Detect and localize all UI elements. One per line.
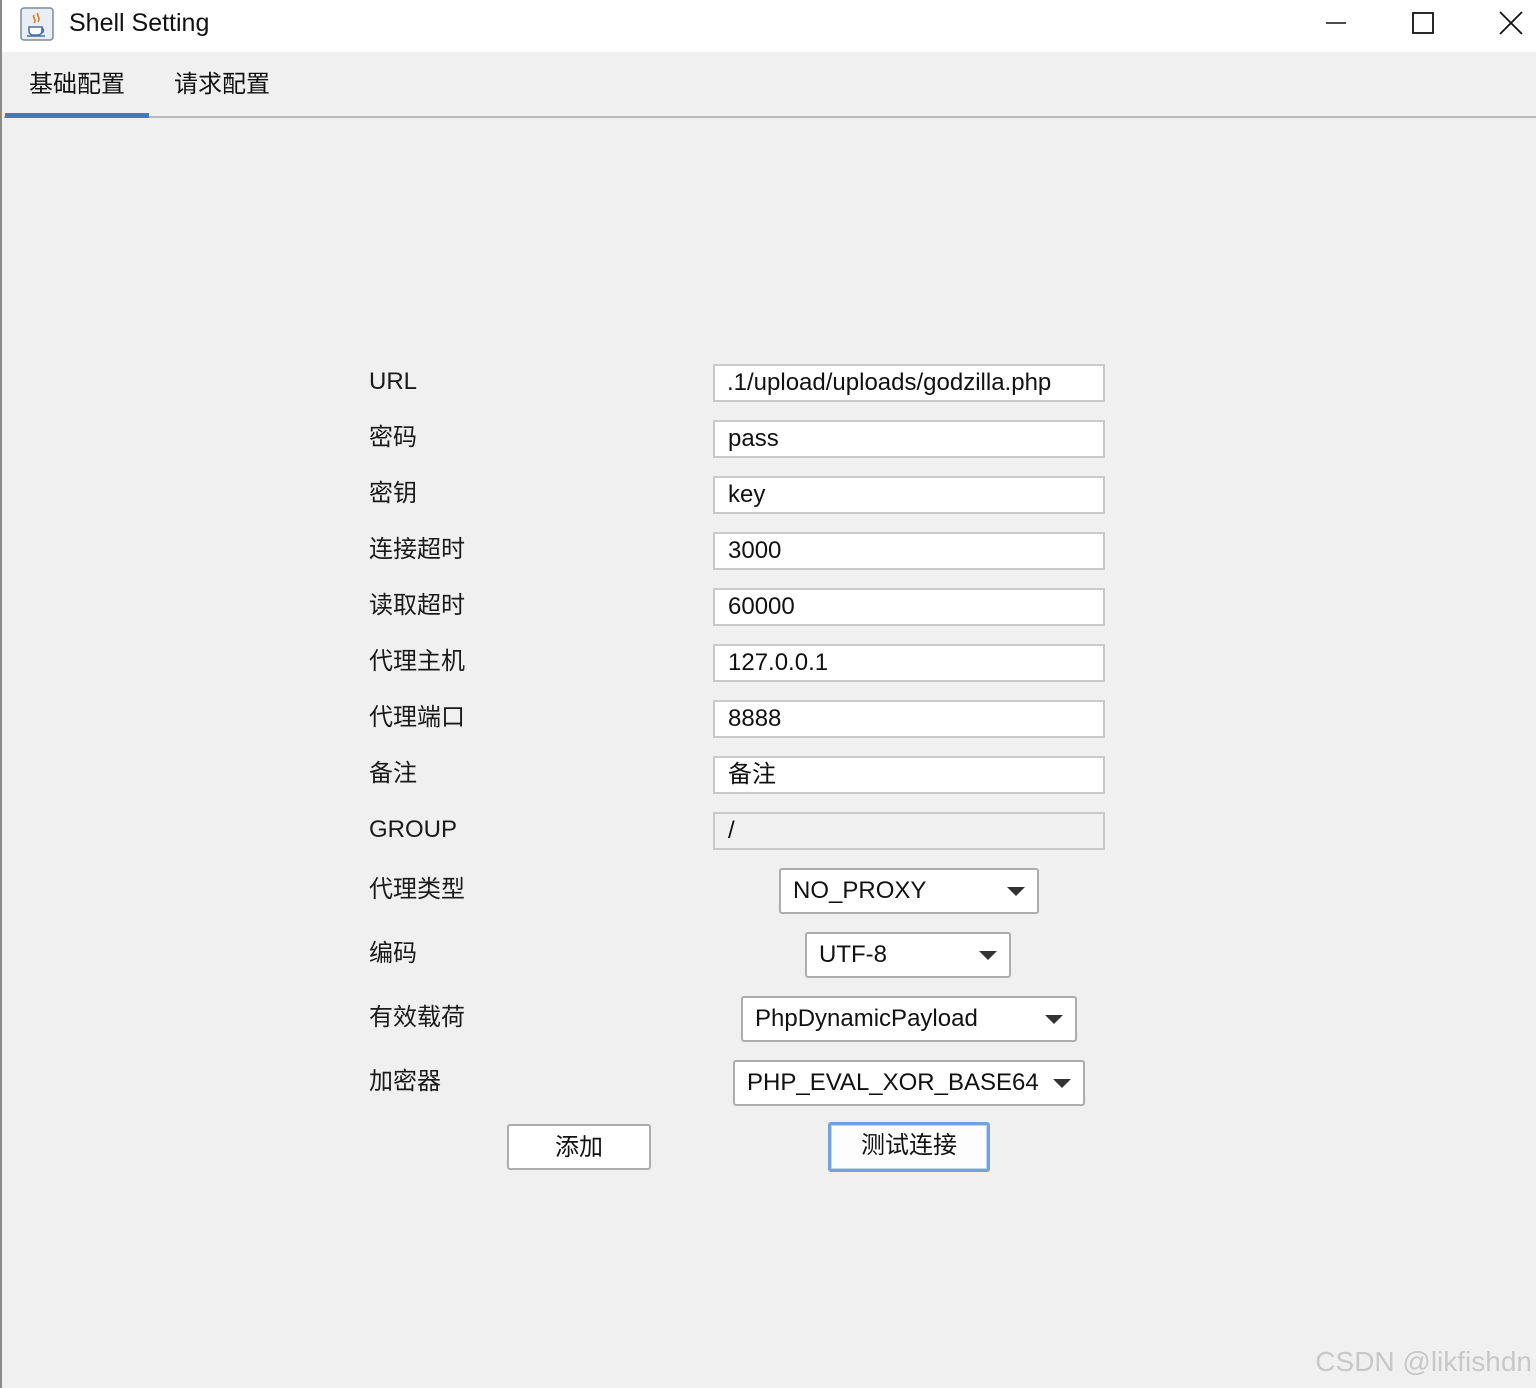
title-bar: Shell Setting: [2, 0, 1536, 52]
proxy-host-field[interactable]: 127.0.0.1: [713, 644, 1105, 682]
read-timeout-field[interactable]: 60000: [713, 588, 1105, 626]
maximize-button[interactable]: [1379, 0, 1467, 46]
key-label: 密钥: [369, 480, 417, 507]
url-field[interactable]: .1/upload/uploads/godzilla.php: [713, 364, 1105, 402]
test-connection-button[interactable]: 测试连接: [828, 1122, 990, 1172]
tab-bar: 基础配置 请求配置: [4, 52, 1536, 118]
maximize-icon: [1412, 12, 1434, 34]
chevron-down-icon: [1045, 1015, 1063, 1024]
chevron-down-icon: [1053, 1079, 1071, 1088]
proxy-type-select[interactable]: NO_PROXY: [779, 868, 1039, 914]
proxy-port-label: 代理端口: [369, 704, 465, 731]
connect-timeout-field[interactable]: 3000: [713, 532, 1105, 570]
proxy-port-field[interactable]: 8888: [713, 700, 1105, 738]
payload-value: PhpDynamicPayload: [755, 1005, 978, 1032]
cryption-label: 加密器: [369, 1068, 441, 1095]
key-field[interactable]: key: [713, 476, 1105, 514]
remark-label: 备注: [369, 760, 417, 787]
close-button[interactable]: [1467, 0, 1536, 46]
shell-setting-window: Shell Setting 基础配置 请求配置 URL 密码 密钥 连接超时 读…: [0, 0, 1536, 1388]
connect-timeout-label: 连接超时: [369, 536, 465, 563]
proxy-type-label: 代理类型: [369, 876, 465, 903]
tab-request-config[interactable]: 请求配置: [149, 52, 295, 116]
encoding-select[interactable]: UTF-8: [805, 932, 1011, 978]
minimize-icon: [1326, 22, 1346, 24]
close-icon: [1499, 11, 1523, 35]
password-field[interactable]: pass: [713, 420, 1105, 458]
password-label: 密码: [369, 424, 417, 451]
encoding-label: 编码: [369, 940, 417, 967]
read-timeout-label: 读取超时: [369, 592, 465, 619]
cryption-select[interactable]: PHP_EVAL_XOR_BASE64: [733, 1060, 1085, 1106]
cryption-value: PHP_EVAL_XOR_BASE64: [747, 1069, 1039, 1096]
payload-label: 有效载荷: [369, 1004, 465, 1031]
window-title: Shell Setting: [69, 9, 210, 37]
watermark: CSDN @likfishdn: [1315, 1346, 1532, 1377]
url-label: URL: [369, 368, 418, 395]
remark-field[interactable]: 备注: [713, 756, 1105, 794]
proxy-type-value: NO_PROXY: [793, 877, 927, 904]
minimize-button[interactable]: [1292, 0, 1380, 46]
encoding-value: UTF-8: [819, 941, 887, 968]
proxy-host-label: 代理主机: [369, 648, 465, 675]
tab-basic-config[interactable]: 基础配置: [5, 52, 149, 118]
group-field[interactable]: /: [713, 812, 1105, 850]
group-label: GROUP: [369, 816, 458, 843]
chevron-down-icon: [979, 951, 997, 960]
chevron-down-icon: [1007, 887, 1025, 896]
payload-select[interactable]: PhpDynamicPayload: [741, 996, 1077, 1042]
url-value: .1/upload/uploads/godzilla.php: [727, 369, 1052, 396]
java-cup-icon: [20, 7, 54, 41]
add-button[interactable]: 添加: [507, 1124, 651, 1170]
